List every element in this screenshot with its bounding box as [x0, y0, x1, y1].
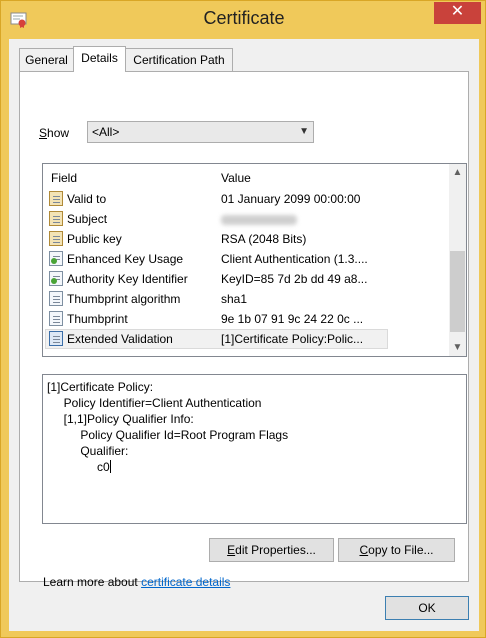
list-item[interactable]: Thumbprint algorithm sha1 — [43, 289, 448, 309]
field-list[interactable]: Field Value Valid to 01 January 2099 00:… — [42, 163, 467, 357]
field-value: RSA (2048 Bits) — [221, 232, 307, 246]
list-item[interactable]: Authority Key Identifier KeyID=85 7d 2b … — [43, 269, 448, 289]
copy-to-file-label: opy to File... — [368, 543, 434, 557]
list-item[interactable]: Public key RSA (2048 Bits) — [43, 229, 448, 249]
show-dropdown-value: <All> — [92, 125, 120, 139]
scroll-down-icon[interactable]: ▼ — [449, 339, 466, 356]
field-name: Thumbprint — [67, 312, 128, 326]
field-name: Extended Validation — [67, 332, 173, 346]
list-item-selected[interactable]: Extended Validation [1]Certificate Polic… — [43, 329, 448, 349]
learn-more-text: Learn more about certificate details — [43, 575, 230, 589]
extension-icon — [49, 251, 63, 266]
cert-field-icon — [49, 231, 63, 246]
tab-details-label: Details — [81, 51, 118, 65]
field-value: Client Authentication (1.3.... — [221, 252, 368, 266]
redacted-value — [221, 215, 297, 225]
field-name: Subject — [67, 212, 108, 226]
detail-line: Policy Identifier=Client Authentication — [47, 396, 262, 410]
text-caret — [109, 460, 111, 473]
certificate-details-link[interactable]: certificate details — [141, 575, 230, 589]
dialog-client-area: General Details Certification Path Show … — [9, 39, 479, 631]
property-icon — [49, 291, 63, 306]
chevron-down-icon: ▼ — [299, 126, 309, 137]
field-detail-textbox[interactable]: [1]Certificate Policy: Policy Identifier… — [42, 374, 467, 524]
ok-button-label: OK — [418, 601, 436, 615]
property-icon — [49, 311, 63, 326]
show-dropdown[interactable]: <All> ▼ — [87, 121, 314, 143]
column-header-value[interactable]: Value — [221, 171, 251, 185]
close-icon: ✕ — [450, 3, 465, 20]
learn-more-prefix: Learn more about — [43, 575, 142, 589]
detail-line: [1]Certificate Policy: — [47, 380, 154, 394]
scroll-thumb[interactable] — [450, 251, 465, 332]
field-name: Valid to — [67, 192, 107, 206]
list-header: Field Value — [43, 164, 448, 189]
field-value: sha1 — [221, 292, 248, 306]
field-name: Authority Key Identifier — [67, 272, 188, 286]
property-icon — [49, 331, 63, 346]
extension-icon — [49, 271, 63, 286]
list-item[interactable]: Thumbprint 9e 1b 07 91 9c 24 22 0c ... — [43, 309, 448, 329]
edit-properties-label: dit Properties... — [235, 543, 316, 557]
show-label-accel: S — [39, 126, 48, 140]
list-item[interactable]: Enhanced Key Usage Client Authentication… — [43, 249, 448, 269]
detail-line: c0 — [47, 460, 110, 474]
field-value: 01 January 2099 00:00:00 — [221, 192, 361, 206]
field-name: Enhanced Key Usage — [67, 252, 184, 266]
cert-field-icon — [49, 211, 63, 226]
column-header-field[interactable]: Field — [51, 171, 77, 185]
window-title: Certificate — [203, 8, 285, 28]
detail-line: Policy Qualifier Id=Root Program Flags — [47, 428, 289, 442]
show-label: Show — [39, 126, 69, 140]
tab-general-label: General — [25, 53, 68, 67]
title-bar[interactable]: Certificate ✕ — [1, 1, 486, 39]
close-button[interactable]: ✕ — [434, 2, 481, 24]
edit-properties-accel: E — [227, 543, 236, 557]
tab-details[interactable]: Details — [73, 46, 126, 72]
edit-properties-button[interactable]: Edit Properties... — [209, 538, 334, 562]
copy-to-file-accel: C — [359, 543, 369, 557]
field-name: Thumbprint algorithm — [67, 292, 181, 306]
field-value: KeyID=85 7d 2b dd 49 a8... — [221, 272, 368, 286]
details-tab-panel: Show <All> ▼ Field Value Valid to 01 Jan… — [19, 71, 469, 589]
detail-line: Qualifier: — [47, 444, 129, 458]
cert-field-icon — [49, 191, 63, 206]
show-label-rest: how — [47, 126, 70, 140]
list-scrollbar[interactable]: ▲ ▼ — [449, 164, 466, 356]
field-value: [1]Certificate Policy:Polic... — [221, 332, 364, 346]
detail-line: [1,1]Policy Qualifier Info: — [47, 412, 194, 426]
field-value: 9e 1b 07 91 9c 24 22 0c ... — [221, 312, 364, 326]
field-name: Public key — [67, 232, 122, 246]
ok-button[interactable]: OK — [385, 596, 469, 620]
tab-certification-path[interactable]: Certification Path — [125, 48, 233, 71]
copy-to-file-button[interactable]: Copy to File... — [338, 538, 455, 562]
scroll-up-icon[interactable]: ▲ — [449, 164, 466, 181]
tab-general[interactable]: General — [19, 48, 74, 71]
tab-certification-path-label: Certification Path — [133, 53, 225, 67]
certificate-window: Certificate ✕ General Details Certificat… — [0, 0, 486, 638]
list-item[interactable]: Valid to 01 January 2099 00:00:00 — [43, 189, 448, 209]
list-item[interactable]: Subject — [43, 209, 448, 229]
